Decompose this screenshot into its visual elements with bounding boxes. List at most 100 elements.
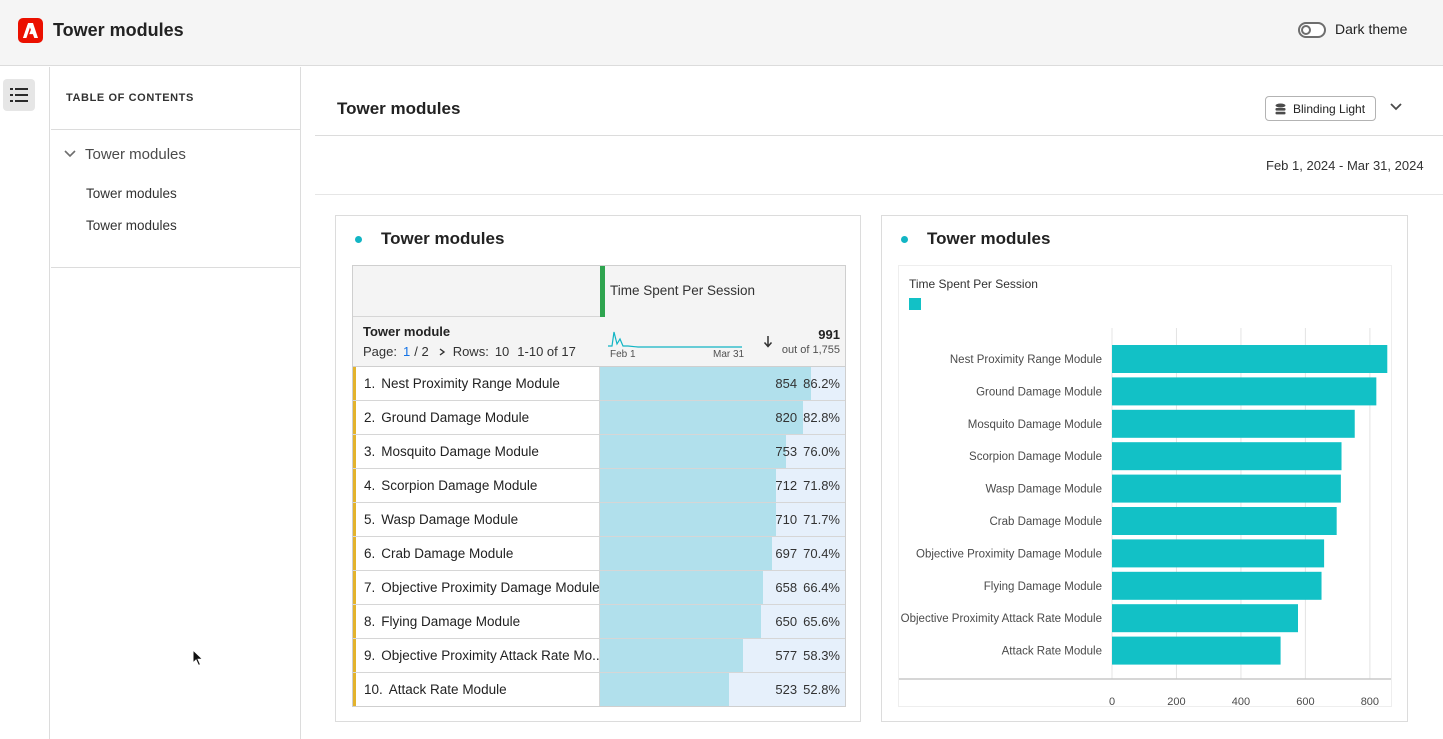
row-item-name: Ground Damage Module: [381, 410, 530, 425]
row-number: 8.: [364, 614, 376, 629]
bar: [1112, 507, 1337, 535]
current-page[interactable]: 1: [403, 344, 410, 359]
total-value: 991: [818, 327, 840, 342]
table-row[interactable]: 8. Flying Damage Module 650 65.6%: [353, 605, 845, 639]
row-dimension-cell: 4. Scorpion Damage Module: [353, 469, 600, 502]
row-number: 7.: [364, 580, 376, 595]
row-values: 710 71.7%: [775, 512, 840, 527]
data-source-button[interactable]: Blinding Light: [1265, 96, 1376, 121]
row-value: 697: [775, 546, 798, 561]
bar: [1112, 409, 1355, 438]
category-label: Nest Proximity Range Module: [950, 354, 1102, 366]
row-value-bar: [600, 469, 776, 502]
row-percent: 70.4%: [803, 546, 840, 561]
dark-theme-toggle[interactable]: [1298, 22, 1326, 38]
bar: [1112, 377, 1377, 406]
left-rail: [0, 67, 50, 739]
chevron-down-icon[interactable]: [1389, 102, 1403, 112]
row-percent: 82.8%: [803, 410, 840, 425]
row-number: 2.: [364, 410, 376, 425]
toc-item[interactable]: Tower modules: [86, 218, 177, 233]
row-number: 5.: [364, 512, 376, 527]
row-percent: 86.2%: [803, 376, 840, 391]
table-row[interactable]: 9. Objective Proximity Attack Rate Mo... 5…: [353, 639, 845, 673]
row-metric-cell: 820 82.8%: [600, 401, 845, 434]
x-tick-label: 200: [1167, 696, 1185, 706]
row-item-name: Nest Proximity Range Module: [381, 376, 560, 391]
row-label: 10. Attack Rate Module: [364, 682, 507, 697]
row-item-name: Objective Proximity Attack Rate Mo...: [381, 648, 604, 663]
bar: [1112, 636, 1281, 665]
row-range: 1-10 of 17: [517, 344, 576, 359]
row-item-name: Attack Rate Module: [388, 682, 507, 697]
chevron-down-icon: [64, 150, 76, 158]
category-label: Objective Proximity Attack Rate Module: [901, 613, 1102, 625]
chevron-right-icon[interactable]: [435, 347, 449, 357]
table-row[interactable]: 4. Scorpion Damage Module 712 71.8%: [353, 469, 845, 503]
sparkline: [608, 331, 742, 348]
row-percent: 76.0%: [803, 444, 840, 459]
toc-group-tower-modules[interactable]: Tower modules: [63, 143, 186, 165]
page-title: Tower modules: [337, 99, 461, 118]
date-range: Feb 1, 2024 - Mar 31, 2024: [1266, 158, 1424, 173]
row-values: 753 76.0%: [775, 444, 840, 459]
arrow-down-icon[interactable]: [763, 335, 773, 348]
row-dimension-cell: 9. Objective Proximity Attack Rate Mo...: [353, 639, 603, 672]
row-number: 3.: [364, 444, 376, 459]
row-label: 4. Scorpion Damage Module: [364, 478, 537, 493]
row-label: 3. Mosquito Damage Module: [364, 444, 539, 459]
toc-item[interactable]: Tower modules: [86, 186, 177, 201]
toc-header: TABLE OF CONTENTS: [66, 92, 194, 104]
table-row[interactable]: 6. Crab Damage Module 697 70.4%: [353, 537, 845, 571]
row-item-name: Wasp Damage Module: [381, 512, 519, 527]
x-tick-label: 800: [1361, 696, 1379, 706]
table-of-contents-button[interactable]: [3, 79, 35, 111]
row-dimension-cell: 7. Objective Proximity Damage Module: [353, 571, 600, 604]
table-row[interactable]: 10. Attack Rate Module 523 52.8%: [353, 673, 845, 707]
row-item-name: Flying Damage Module: [381, 614, 521, 629]
row-value: 710: [775, 512, 798, 527]
bar: [1112, 571, 1322, 600]
x-tick-label: 600: [1296, 696, 1314, 706]
database-icon: [1275, 103, 1286, 114]
adobe-logo-icon: [18, 18, 43, 43]
bar: [1112, 539, 1325, 568]
table-row[interactable]: 3. Mosquito Damage Module 753 76.0%: [353, 435, 845, 469]
page-label: Page:: [363, 344, 397, 359]
total-pages: / 2: [414, 344, 429, 359]
row-percent: 66.4%: [803, 580, 840, 595]
row-label: 7. Objective Proximity Damage Module: [364, 580, 600, 595]
row-value-bar: [600, 639, 743, 672]
table-body: 1. Nest Proximity Range Module 854 86.2% 2. G…: [353, 367, 845, 707]
row-value: 658: [775, 580, 798, 595]
row-percent: 65.6%: [803, 614, 840, 629]
row-metric-cell: 658 66.4%: [600, 571, 845, 604]
row-label: 9. Objective Proximity Attack Rate Mo...: [364, 648, 603, 663]
row-dimension-cell: 3. Mosquito Damage Module: [353, 435, 600, 468]
table-row[interactable]: 2. Ground Damage Module 820 82.8%: [353, 401, 845, 435]
row-label: 1. Nest Proximity Range Module: [364, 376, 560, 391]
row-value-bar: [600, 605, 761, 638]
row-item-name: Crab Damage Module: [381, 546, 514, 561]
divider: [51, 267, 301, 268]
row-number: 9.: [364, 648, 376, 663]
sparkline-start-label: Feb 1: [610, 349, 636, 360]
row-value: 523: [775, 682, 798, 697]
card-title: Tower modules: [927, 229, 1051, 248]
bar-chart: Time Spent Per Session 0 200 400 600 800 Nest…: [898, 265, 1392, 707]
rows-select[interactable]: 10: [495, 344, 509, 359]
row-label: 5. Wasp Damage Module: [364, 512, 518, 527]
table-header: Time Spent Per Session: [353, 266, 845, 317]
row-value-bar: [600, 435, 787, 468]
table-row[interactable]: 7. Objective Proximity Damage Module 658 66…: [353, 571, 845, 605]
bar: [1112, 474, 1341, 503]
row-value-bar: [600, 673, 730, 706]
row-values: 854 86.2%: [775, 376, 840, 391]
dark-theme-label: Dark theme: [1335, 21, 1408, 37]
row-metric-cell: 854 86.2%: [600, 367, 845, 400]
table-row[interactable]: 5. Wasp Damage Module 710 71.7%: [353, 503, 845, 537]
row-percent: 52.8%: [803, 682, 840, 697]
table-row[interactable]: 1. Nest Proximity Range Module 854 86.2%: [353, 367, 845, 401]
row-values: 697 70.4%: [775, 546, 840, 561]
metric-column-header[interactable]: Time Spent Per Session: [600, 266, 845, 317]
